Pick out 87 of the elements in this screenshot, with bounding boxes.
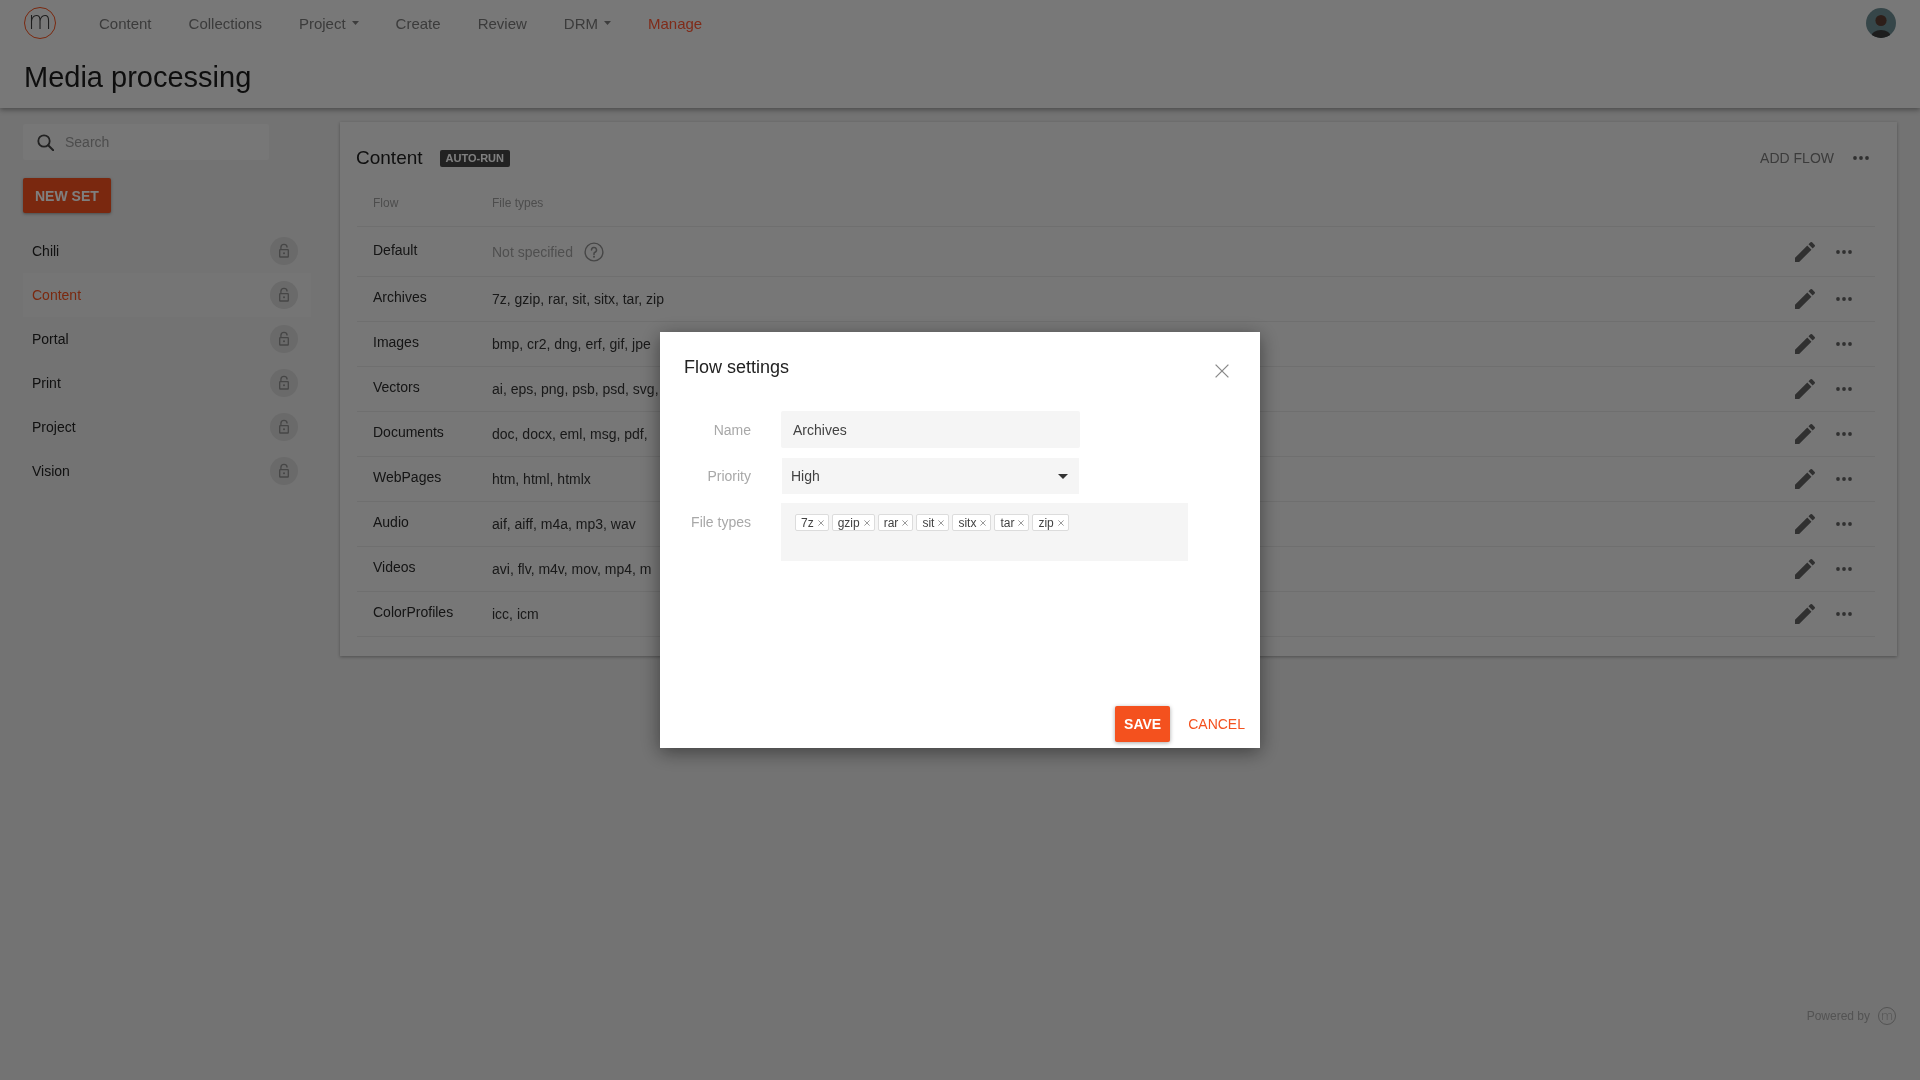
- tag-label: rar: [883, 515, 899, 530]
- lock-icon[interactable]: [270, 413, 298, 441]
- tag-label: zip: [1038, 515, 1054, 530]
- flow-name: Documents: [372, 424, 445, 442]
- nav-link[interactable]: Create: [395, 14, 441, 32]
- sidebar-item[interactable]: Portal: [23, 317, 311, 361]
- ellipsis-icon[interactable]: [1836, 477, 1852, 481]
- ellipsis-icon[interactable]: [1836, 567, 1852, 571]
- ellipsis-icon[interactable]: [1836, 522, 1852, 526]
- status-badge: AUTO-RUN: [439, 149, 510, 167]
- ellipsis-icon[interactable]: [1836, 249, 1852, 254]
- file-types-text: bmp, cr2, dng, erf, gif, jpe: [492, 336, 651, 352]
- page-title: Media processing: [23, 60, 253, 95]
- nav-link[interactable]: Manage: [648, 14, 703, 32]
- lock-icon[interactable]: [270, 457, 298, 485]
- tag-label: sitx: [958, 515, 977, 530]
- new-set-button[interactable]: NEW SET: [23, 178, 111, 213]
- save-button[interactable]: SAVE: [1115, 706, 1171, 742]
- nav-link[interactable]: Content: [99, 14, 152, 32]
- field-label: Priority: [706, 468, 751, 484]
- flow-name: Vectors: [372, 379, 421, 397]
- tag-label: 7z: [801, 515, 814, 530]
- search-icon: [37, 134, 54, 151]
- panel-title: Content: [356, 147, 423, 169]
- flow-name: Default: [372, 241, 419, 260]
- cross-icon[interactable]: [980, 519, 987, 526]
- help-icon[interactable]: [583, 241, 604, 262]
- flow-name: WebPages: [372, 469, 443, 487]
- pencil-icon[interactable]: [1795, 424, 1815, 444]
- text-field[interactable]: Archives: [781, 411, 1080, 448]
- ellipsis-icon[interactable]: [1836, 432, 1852, 436]
- cross-icon[interactable]: [938, 519, 945, 526]
- tags-field[interactable]: 7z gzip rar sit sitx tar zip: [781, 503, 1188, 561]
- add-flow-button[interactable]: ADD FLOW: [1760, 150, 1834, 166]
- nav-link[interactable]: Collections: [188, 14, 262, 32]
- dialog-title: Flow settings: [684, 356, 790, 378]
- file-types-text: avi, flv, m4v, mov, mp4, m: [492, 561, 652, 577]
- close-icon[interactable]: [1215, 363, 1229, 378]
- file-types-text: icc, icm: [492, 606, 539, 622]
- nav-link[interactable]: Review: [477, 14, 527, 32]
- flow-name: ColorProfiles: [372, 604, 455, 622]
- ellipsis-icon[interactable]: [1836, 297, 1852, 301]
- pencil-icon[interactable]: [1795, 604, 1815, 624]
- cross-icon[interactable]: [902, 519, 909, 526]
- sidebar-item[interactable]: Vision: [23, 449, 311, 493]
- lock-icon[interactable]: [270, 325, 298, 353]
- cross-icon[interactable]: [1057, 519, 1064, 526]
- caret-icon: [1058, 473, 1068, 479]
- pencil-icon[interactable]: [1795, 559, 1815, 579]
- pencil-icon[interactable]: [1795, 289, 1815, 309]
- cancel-button[interactable]: CANCEL: [1188, 706, 1245, 742]
- flow-name: Archives: [372, 289, 428, 307]
- flow-name: Images: [372, 334, 420, 352]
- pencil-icon[interactable]: [1795, 241, 1815, 262]
- lock-icon[interactable]: [270, 237, 298, 265]
- file-types-text: aif, aiff, m4a, mp3, wav: [492, 516, 636, 532]
- sidebar-item[interactable]: Chili: [23, 229, 311, 273]
- select-field[interactable]: High: [782, 458, 1079, 494]
- file-types-text: ai, eps, png, psb, psd, svg,: [492, 381, 659, 397]
- user-avatar[interactable]: [1866, 8, 1896, 38]
- nav-link[interactable]: DRM: [563, 14, 611, 32]
- ellipsis-icon[interactable]: [1836, 612, 1852, 616]
- tag-label: gzip: [837, 515, 860, 530]
- pencil-icon[interactable]: [1795, 334, 1815, 354]
- file-types-text: 7z, gzip, rar, sit, sitx, tar, zip: [492, 291, 664, 307]
- field-label: Name: [712, 421, 751, 438]
- pencil-icon[interactable]: [1795, 379, 1815, 399]
- nav-link[interactable]: Project: [298, 14, 359, 32]
- ellipsis-icon[interactable]: [1853, 156, 1869, 160]
- file-types-text: htm, html, htmlx: [492, 471, 591, 487]
- sidebar-item[interactable]: Print: [23, 361, 311, 405]
- pencil-icon[interactable]: [1795, 514, 1815, 534]
- pencil-icon[interactable]: [1795, 469, 1815, 489]
- tag-label: sit: [922, 515, 935, 530]
- tag-label: tar: [1000, 515, 1015, 530]
- cross-icon[interactable]: [863, 519, 870, 526]
- sidebar-item[interactable]: Project: [23, 405, 311, 449]
- ellipsis-icon[interactable]: [1836, 342, 1852, 346]
- flow-name: Audio: [372, 514, 410, 532]
- cross-icon[interactable]: [1018, 519, 1025, 526]
- ellipsis-icon[interactable]: [1836, 387, 1852, 391]
- file-types-text: doc, docx, eml, msg, pdf,: [492, 426, 648, 442]
- cross-icon[interactable]: [817, 519, 824, 526]
- lock-icon[interactable]: [270, 281, 298, 309]
- flow-name: Videos: [372, 559, 417, 577]
- field-label: File types: [690, 513, 751, 531]
- lock-icon[interactable]: [270, 369, 298, 397]
